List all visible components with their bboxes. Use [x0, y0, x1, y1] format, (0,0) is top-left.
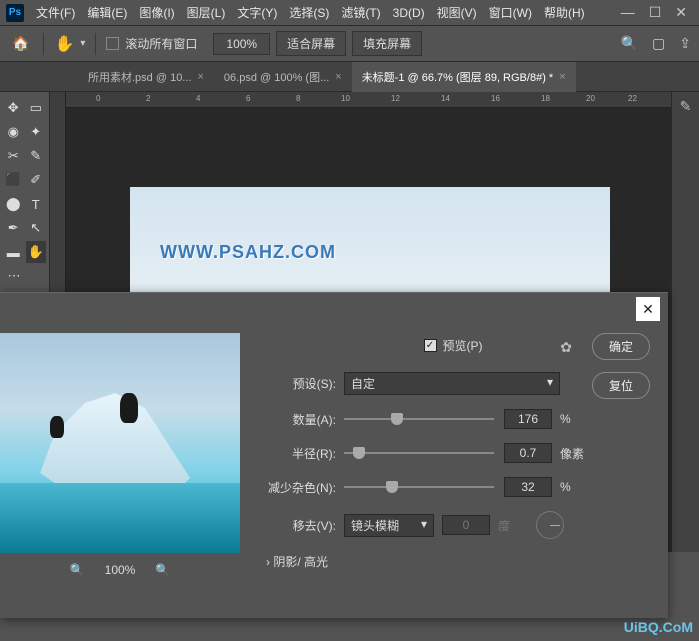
chevron-down-icon: ▾: [421, 517, 427, 534]
maximize-icon[interactable]: ☐: [649, 4, 662, 21]
preset-select[interactable]: 自定▾: [344, 372, 560, 395]
zoom-in-icon[interactable]: 🔍: [155, 563, 170, 577]
amount-input[interactable]: 176: [504, 409, 552, 429]
reset-button[interactable]: 复位: [592, 372, 650, 399]
chevron-down-icon: ▾: [547, 375, 553, 392]
ruler-horizontal: 0 2 4 6 8 10 12 14 16 18 20 22: [66, 92, 671, 108]
noise-input[interactable]: 32: [504, 477, 552, 497]
ps-logo-icon: Ps: [6, 4, 24, 22]
amount-unit: %: [560, 412, 590, 426]
radius-unit: 像素: [560, 445, 590, 462]
search-icon[interactable]: 🔍: [621, 35, 638, 52]
menu-edit[interactable]: 编辑(E): [81, 0, 133, 25]
marquee-tool-icon[interactable]: ▭: [26, 97, 47, 119]
uibq-watermark: UiBQ.CoM: [624, 619, 693, 635]
menu-3d[interactable]: 3D(D): [387, 2, 431, 24]
edit-icon[interactable]: ✎: [680, 98, 692, 115]
menu-view[interactable]: 视图(V): [431, 0, 483, 25]
menu-window[interactable]: 窗口(W): [483, 0, 538, 25]
gear-icon[interactable]: ✿: [560, 339, 572, 356]
noise-label: 减少杂色(N):: [250, 479, 336, 496]
move-tool-icon[interactable]: ✥: [3, 97, 24, 119]
stamp-tool-icon[interactable]: ⬤: [3, 193, 24, 215]
share-icon[interactable]: ⇪: [679, 35, 691, 52]
sharpen-dialog: ✕ ✿ 确定 复位 🔍 100% 🔍 ✓ 预览(P): [0, 292, 668, 618]
preset-label: 预设(S):: [250, 375, 336, 392]
ok-button[interactable]: 确定: [592, 333, 650, 360]
noise-unit: %: [560, 480, 590, 494]
radius-slider[interactable]: [344, 452, 494, 454]
close-icon[interactable]: ×: [197, 71, 203, 83]
remove-select[interactable]: 镜头模糊▾: [344, 514, 434, 537]
tab-2[interactable]: 未标题-1 @ 66.7% (图层 89, RGB/8#) *×: [352, 62, 576, 92]
scroll-all-label: 滚动所有窗口: [125, 35, 197, 52]
scroll-all-checkbox[interactable]: [106, 37, 119, 50]
lasso-tool-icon[interactable]: ◉: [3, 121, 24, 143]
fill-screen-button[interactable]: 填充屏幕: [352, 31, 422, 56]
zoom-display[interactable]: 100%: [213, 33, 270, 55]
options-bar: 🏠 ✋ ▾ 滚动所有窗口 100% 适合屏幕 填充屏幕 🔍 ▢ ⇪: [0, 26, 699, 62]
document-tabs: 所用素材.psd @ 10...× 06.psd @ 100% (图...× 未…: [0, 62, 699, 92]
close-icon[interactable]: ×: [335, 71, 341, 83]
menu-image[interactable]: 图像(I): [133, 0, 180, 25]
amount-slider[interactable]: [344, 418, 494, 420]
preview-label: 预览(P): [443, 337, 483, 354]
heal-tool-icon[interactable]: ⬛: [3, 169, 24, 191]
shadow-highlight-section[interactable]: 阴影/ 高光: [266, 553, 656, 570]
dialog-close-button[interactable]: ✕: [636, 297, 660, 321]
path-tool-icon[interactable]: ↖: [26, 217, 47, 239]
brush-tool-icon[interactable]: ✐: [26, 169, 47, 191]
wand-tool-icon[interactable]: ✦: [26, 121, 47, 143]
close-window-icon[interactable]: ✕: [675, 4, 687, 21]
amount-label: 数量(A):: [250, 411, 336, 428]
menu-select[interactable]: 选择(S): [283, 0, 335, 25]
menu-help[interactable]: 帮助(H): [538, 0, 591, 25]
noise-slider[interactable]: [344, 486, 494, 488]
menu-layer[interactable]: 图层(L): [181, 0, 232, 25]
pen-tool-icon[interactable]: ✒: [3, 217, 24, 239]
remove-angle-input: 0: [442, 515, 490, 535]
radius-input[interactable]: 0.7: [504, 443, 552, 463]
watermark-text: WWW.PSAHZ.COM: [160, 242, 336, 263]
zoom-out-icon[interactable]: 🔍: [70, 563, 85, 577]
radius-label: 半径(R):: [250, 445, 336, 462]
fit-screen-button[interactable]: 适合屏幕: [276, 31, 346, 56]
remove-label: 移去(V):: [250, 517, 336, 534]
more-tools-icon[interactable]: ⋯: [3, 265, 25, 287]
type-tool-icon[interactable]: T: [26, 193, 47, 215]
preview-checkbox[interactable]: ✓: [424, 339, 437, 352]
right-panel: ✎: [671, 92, 699, 552]
menubar: Ps 文件(F) 编辑(E) 图像(I) 图层(L) 文字(Y) 选择(S) 滤…: [0, 0, 699, 26]
menu-filter[interactable]: 滤镜(T): [335, 0, 386, 25]
home-icon[interactable]: 🏠: [8, 31, 33, 56]
preview-zoom-value: 100%: [105, 563, 136, 577]
angle-dial: [536, 511, 564, 539]
tab-0[interactable]: 所用素材.psd @ 10...×: [78, 62, 214, 92]
tab-1[interactable]: 06.psd @ 100% (图...×: [214, 62, 352, 92]
remove-angle-unit: 度: [498, 517, 528, 534]
menu-type[interactable]: 文字(Y): [231, 0, 283, 25]
close-icon[interactable]: ×: [559, 71, 565, 83]
menu-file[interactable]: 文件(F): [30, 0, 81, 25]
crop-tool-icon[interactable]: ✂: [3, 145, 24, 167]
minimize-icon[interactable]: —: [621, 4, 635, 21]
shape-tool-icon[interactable]: ▬: [3, 241, 24, 263]
hand-tool-icon[interactable]: ✋: [26, 241, 47, 263]
frame-icon[interactable]: ▢: [652, 35, 665, 52]
hand-tool-icon[interactable]: ✋: [54, 34, 74, 54]
preview-image[interactable]: [0, 333, 240, 553]
eyedropper-tool-icon[interactable]: ✎: [26, 145, 47, 167]
